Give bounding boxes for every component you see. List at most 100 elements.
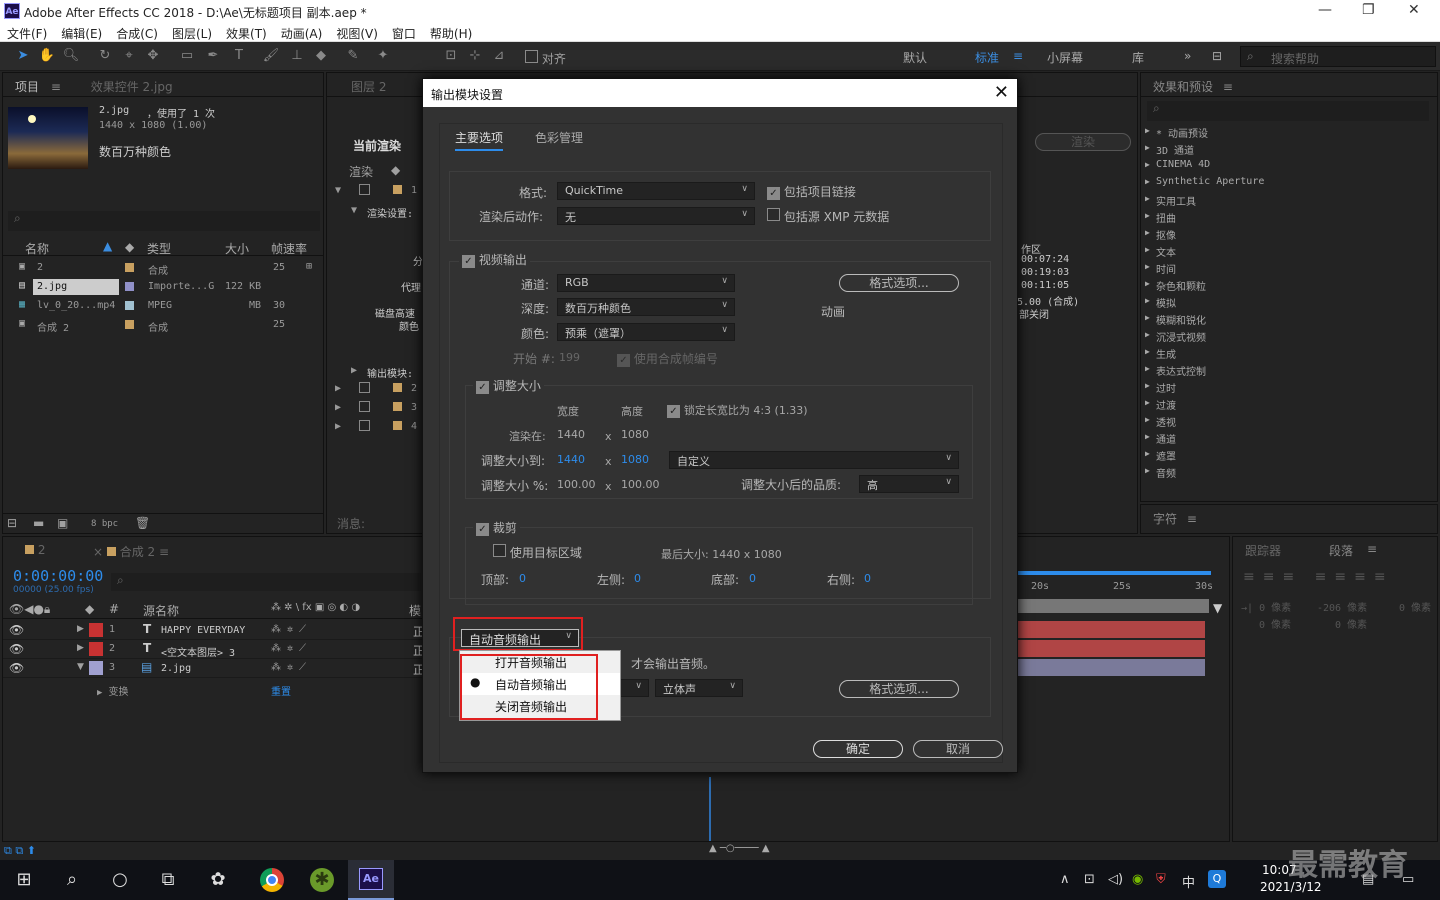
bpc-button[interactable]: 8 bpc — [91, 519, 118, 529]
render-checkbox[interactable] — [359, 184, 370, 195]
color-select[interactable]: 预乘（遮罩） ∨ — [557, 323, 735, 341]
include-xmp-checkbox[interactable]: 包括源 XMP 元数据 — [767, 208, 889, 225]
expand-arrow-icon[interactable]: ▶ — [77, 624, 84, 634]
workspace-default[interactable]: 默认 — [903, 49, 927, 66]
trash-icon[interactable]: 🗑︎ — [135, 516, 150, 530]
playhead-line[interactable] — [709, 777, 711, 841]
restore-icon[interactable]: ❐ — [1362, 2, 1375, 18]
channels-select[interactable]: 立体声 ∨ — [655, 679, 743, 697]
label-color-swatch[interactable] — [125, 282, 134, 291]
label-color-swatch[interactable] — [89, 661, 103, 675]
close-icon[interactable]: ✕ — [994, 82, 1009, 103]
label-color-swatch[interactable] — [125, 301, 134, 310]
collapse-arrow-icon[interactable]: ▼ — [77, 662, 84, 672]
effects-panel-title[interactable]: 效果和预设 — [1153, 80, 1213, 94]
cortana-icon[interactable]: ○ — [108, 868, 132, 892]
format-options-button[interactable]: 格式选项... — [839, 274, 959, 292]
resize-checkbox[interactable]: ✓ 调整大小 — [473, 377, 544, 394]
col-mode[interactable]: 模 — [409, 602, 421, 619]
layer-duration-bar[interactable] — [1017, 621, 1205, 638]
tab-project[interactable]: 项目 — [15, 80, 39, 94]
pen-tool-icon[interactable]: ✒ — [204, 47, 222, 65]
expand-arrow-icon[interactable]: ▼ — [335, 185, 341, 196]
tab-main-options[interactable]: 主要选项 — [455, 129, 504, 151]
effect-category[interactable]: 实用工具 — [1141, 193, 1431, 210]
expand-arrow-icon[interactable]: ▶ — [351, 365, 357, 376]
character-panel-title[interactable]: 字符 — [1153, 512, 1177, 526]
windows-start-icon[interactable]: ⊞ — [12, 868, 36, 892]
axis-view-icon[interactable]: ⊿ — [490, 47, 508, 65]
zoom-slider[interactable]: ▲ ─○──── ▲ — [709, 843, 770, 854]
workspace-overflow-icon[interactable]: » — [1184, 49, 1191, 63]
effect-category[interactable]: 抠像 — [1141, 227, 1431, 244]
crop-checkbox[interactable]: ✓ 裁剪 — [473, 519, 520, 536]
label-color-swatch[interactable] — [89, 642, 103, 656]
resize-to-height-field[interactable]: 1080 — [621, 453, 649, 466]
selection-tool-icon[interactable]: ➤ — [14, 47, 32, 65]
effect-category[interactable]: 文本 — [1141, 244, 1431, 261]
melon-app-icon[interactable]: ✱ — [310, 868, 334, 892]
label-color-swatch[interactable] — [393, 383, 402, 392]
layer-name[interactable]: <空文本图层> 3 — [161, 644, 235, 659]
col-name[interactable]: 名称 — [25, 240, 49, 257]
effect-category[interactable]: 过时 — [1141, 380, 1431, 397]
search-icon[interactable]: ⌕ — [60, 868, 84, 892]
menu-effect[interactable]: 效果(T) — [219, 23, 274, 44]
pinwheel-app-icon[interactable]: ✿ — [206, 868, 230, 892]
post-render-select[interactable]: 无 ∨ — [557, 207, 755, 225]
lock-aspect-checkbox[interactable]: ✓ 锁定长宽比为 4:3 (1.33) — [667, 402, 808, 418]
ok-button[interactable]: 确定 — [813, 740, 903, 758]
current-time-display[interactable]: 0:00:00:00 — [13, 567, 103, 585]
effect-category[interactable]: 通道 — [1141, 431, 1431, 448]
layer-switches[interactable]: ⁂ ✲ ⟋ — [271, 662, 306, 673]
nvidia-icon[interactable]: ◉ — [1132, 872, 1143, 887]
col-size[interactable]: 大小 — [225, 240, 249, 257]
timeline-footer-icons[interactable]: ⧉ ⧉ ⬆ — [4, 844, 36, 858]
label-color-swatch[interactable] — [125, 320, 134, 329]
layer-switches[interactable]: ⁂ ✲ ⟋ — [271, 624, 306, 635]
col-source-name[interactable]: 源名称 — [143, 602, 179, 619]
indent-left-field[interactable]: →| 0 像素 — [1241, 599, 1291, 614]
hand-tool-icon[interactable]: ✋ — [38, 47, 56, 65]
render-checkbox[interactable] — [359, 382, 370, 393]
rotate-tool-icon[interactable]: ↻ — [96, 47, 114, 65]
expand-arrow-icon[interactable]: ▶ — [335, 421, 341, 432]
indent-right-field[interactable]: -206 像素 — [1317, 599, 1367, 614]
effect-category[interactable]: 杂色和颗粒 — [1141, 278, 1431, 295]
work-area-bar[interactable] — [1017, 599, 1209, 613]
menu-file[interactable]: 文件(F) — [0, 23, 54, 44]
tray-chevron-icon[interactable]: ∧ — [1060, 872, 1070, 887]
menu-composition[interactable]: 合成(C) — [109, 23, 165, 44]
effect-category[interactable]: 过渡 — [1141, 397, 1431, 414]
flowchart-icon[interactable]: ⊞ — [306, 261, 312, 272]
render-checkbox[interactable] — [359, 401, 370, 412]
tab-paragraph[interactable]: 段落 — [1329, 542, 1353, 559]
effect-category[interactable]: 时间 — [1141, 261, 1431, 278]
zoom-tool-icon[interactable]: 🔍︎ — [62, 47, 80, 65]
timeline-tab-comp2[interactable]: × 合成 2 ≡ — [93, 543, 169, 560]
resize-to-width-field[interactable]: 1440 — [557, 453, 585, 466]
visibility-eye-icon[interactable]: 👁︎ — [9, 642, 24, 656]
audio-output-select[interactable]: 自动音频输出 ∨ — [461, 629, 579, 647]
effect-category[interactable]: 表达式控制 — [1141, 363, 1431, 380]
layer-row[interactable]: 👁︎ ▶ 2 T <空文本图层> 3 ⁂ ✲ ⟋ 正 — [3, 640, 425, 659]
indent-first-field[interactable]: 0 像素 — [1399, 599, 1431, 614]
tab-tracker[interactable]: 跟踪器 — [1245, 542, 1281, 559]
axis-local-icon[interactable]: ⊡ — [442, 47, 460, 65]
project-item-row[interactable]: ▦ lv_0_20...mp4 MPEG MB 30 — [3, 297, 323, 316]
menu-help[interactable]: 帮助(H) — [423, 23, 479, 44]
layer-name[interactable]: 2.jpg — [161, 663, 191, 674]
minimize-icon[interactable]: — — [1318, 2, 1332, 18]
start-value[interactable]: 199 — [559, 351, 580, 364]
effect-category[interactable]: 模拟 — [1141, 295, 1431, 312]
menu-animation[interactable]: 动画(A) — [274, 23, 330, 44]
panel-menu-icon[interactable]: ≡ — [1187, 512, 1197, 526]
render-button[interactable]: 渲染 — [1035, 133, 1131, 151]
workspace-menu-icon[interactable]: ≡ — [1013, 49, 1023, 63]
menu-view[interactable]: 视图(V) — [329, 23, 385, 44]
effect-category[interactable]: 音频 — [1141, 465, 1431, 482]
new-folder-icon[interactable]: ▬ — [33, 516, 44, 530]
panel-menu-icon[interactable]: ≡ — [1367, 542, 1377, 556]
depth-select[interactable]: 数百万种颜色 ∨ — [557, 298, 735, 316]
audio-format-options-button[interactable]: 格式选项... — [839, 680, 959, 698]
